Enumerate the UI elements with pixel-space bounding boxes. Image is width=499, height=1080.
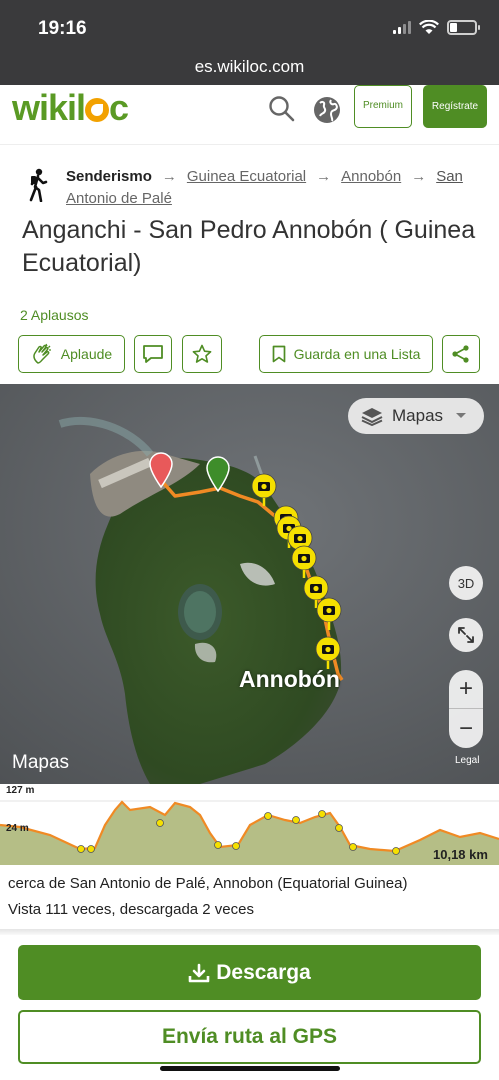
fullscreen-button[interactable] — [449, 618, 483, 652]
arrow-right-icon: → — [411, 168, 427, 185]
status-icons — [393, 20, 480, 35]
wikiloc-logo[interactable]: wikil c — [12, 87, 129, 129]
section-divider — [0, 929, 499, 935]
elevation-chart — [0, 800, 499, 865]
share-icon — [452, 345, 469, 363]
arrow-right-icon: → — [161, 168, 177, 185]
applaud-button[interactable]: Aplaude — [18, 335, 125, 373]
send-to-gps-label: Envía ruta al GPS — [161, 1025, 338, 1048]
maps-attribution-label: Mapas — [12, 752, 70, 773]
battery-icon — [447, 20, 480, 35]
photo-marker-icon[interactable] — [315, 596, 343, 632]
register-button[interactable]: Regístrate — [423, 85, 487, 128]
map-layers-label: Mapas — [392, 406, 444, 425]
share-button[interactable] — [442, 335, 480, 373]
route-map[interactable]: Annobón Mapas 3D + − Mapas Legal — [0, 384, 499, 784]
map-layers-button[interactable]: Mapas — [348, 398, 484, 434]
start-pin-icon[interactable] — [148, 452, 174, 488]
url-text: es.wikiloc.com — [194, 57, 305, 76]
end-pin-icon[interactable] — [205, 456, 231, 492]
zoom-out-button[interactable]: − — [449, 709, 483, 748]
breadcrumb-country[interactable]: Guinea Ecuatorial — [187, 168, 306, 185]
arrow-right-icon: → — [316, 168, 332, 185]
search-icon[interactable] — [268, 95, 296, 123]
signal-icon — [393, 21, 411, 34]
clap-icon — [33, 343, 51, 364]
legal-link[interactable]: Legal — [455, 755, 479, 766]
breadcrumb-line: Senderismo → Guinea Ecuatorial → Annobón → San — [66, 166, 463, 188]
star-icon — [192, 344, 212, 363]
breadcrumb-place-end[interactable]: Antonio de Palé — [66, 190, 172, 207]
favorite-button[interactable] — [182, 335, 222, 373]
map-3d-button[interactable]: 3D — [449, 566, 483, 600]
trail-title: Anganchi - San Pedro Annobón ( Guinea Ec… — [22, 216, 476, 277]
comment-icon — [143, 345, 163, 363]
logo-text-end: c — [109, 87, 129, 128]
logo-text-start: wiki — [12, 87, 77, 128]
map-zoom-control: + − — [449, 670, 483, 748]
site-header: wikil c Premium Regístrate — [0, 85, 499, 145]
map-place-label: Annobón — [239, 666, 340, 692]
elevation-max: 127 m — [6, 785, 35, 796]
wifi-icon — [419, 20, 439, 34]
elevation-distance: 10,18 km — [433, 847, 488, 862]
views-downloads: Vista 111 veces, descargada 2 veces — [8, 901, 254, 918]
breadcrumb-region[interactable]: Annobón — [341, 168, 401, 185]
status-bar: 19:16 — [0, 0, 499, 52]
bookmark-icon — [272, 345, 285, 363]
nearby-location: cerca de San Antonio de Palé, Annobon (E… — [8, 875, 408, 892]
caret-down-icon — [456, 413, 467, 418]
photo-marker-icon[interactable] — [250, 472, 278, 508]
maps-attribution: Mapas — [12, 752, 69, 774]
comment-button[interactable] — [134, 335, 172, 373]
applause-count[interactable]: 2 Aplausos — [20, 307, 89, 323]
map-3d-label: 3D — [457, 575, 475, 591]
breadcrumb: Senderismo → Guinea Ecuatorial → Annobón → San… — [22, 166, 482, 210]
save-to-list-button[interactable]: Guarda en una Lista — [259, 335, 433, 373]
send-to-gps-button[interactable]: Envía ruta al GPS — [18, 1010, 481, 1064]
status-time: 19:16 — [38, 18, 87, 39]
route-overlay — [158, 477, 344, 681]
elevation-profile[interactable]: 127 m 24 m 10,18 km — [0, 785, 499, 865]
expand-icon — [458, 627, 474, 643]
elevation-min: 24 m — [6, 823, 29, 834]
hiking-icon — [29, 168, 48, 202]
layers-icon — [361, 408, 383, 426]
download-button[interactable]: Descarga — [18, 945, 481, 1000]
home-indicator[interactable] — [160, 1066, 340, 1071]
download-label: Descarga — [216, 960, 311, 984]
applaud-label: Aplaude — [60, 346, 113, 362]
breadcrumb-line-2: Antonio de Palé — [66, 188, 172, 210]
logo-o-icon — [85, 98, 110, 122]
logo-text-l: l — [76, 87, 86, 128]
zoom-in-button[interactable]: + — [449, 670, 483, 709]
breadcrumb-activity[interactable]: Senderismo — [66, 168, 152, 185]
premium-button[interactable]: Premium — [354, 85, 412, 128]
save-to-list-label: Guarda en una Lista — [293, 346, 421, 362]
url-bar[interactable]: es.wikiloc.com — [0, 52, 499, 85]
download-icon — [188, 963, 210, 982]
globe-icon[interactable] — [312, 95, 342, 125]
breadcrumb-place-start[interactable]: San — [436, 168, 463, 185]
